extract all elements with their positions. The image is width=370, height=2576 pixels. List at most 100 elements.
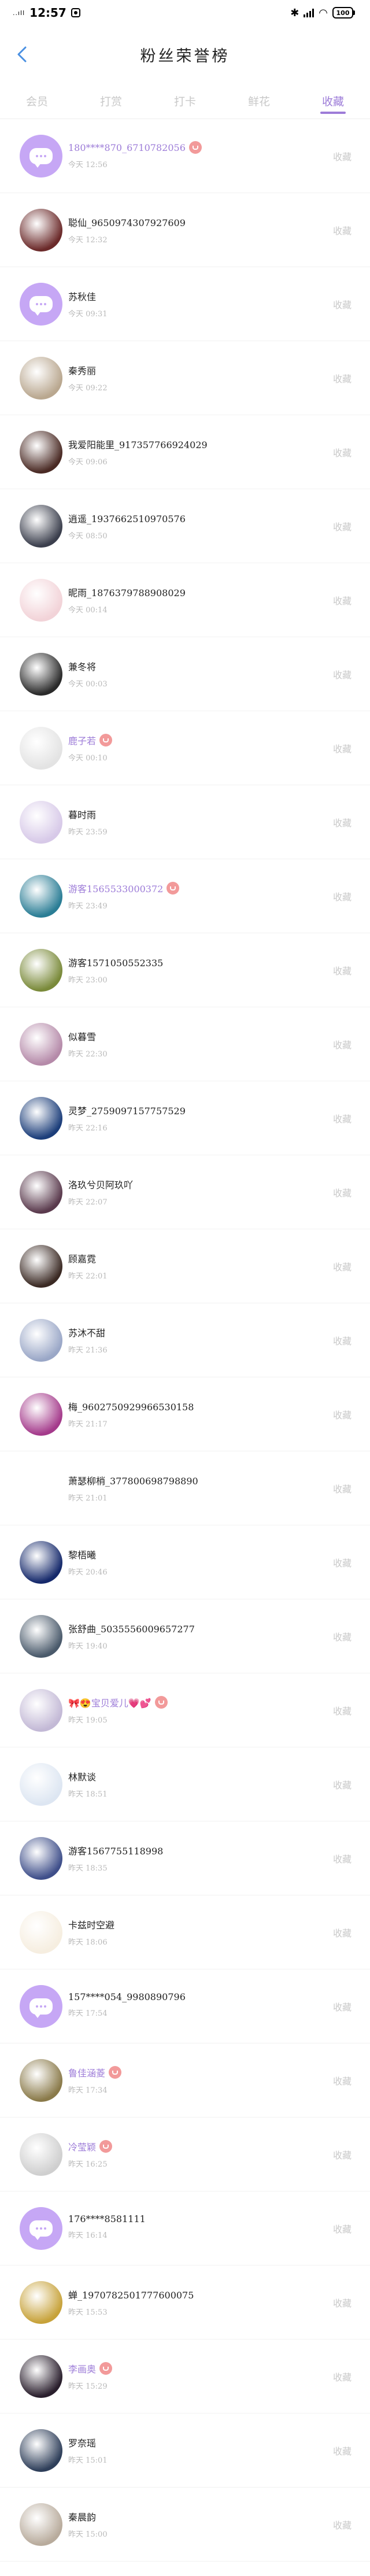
- favorite-label[interactable]: 收藏: [333, 1333, 352, 1347]
- list-item[interactable]: 林默谈 昨天 18:51 收藏: [0, 1747, 370, 1821]
- favorite-label[interactable]: 收藏: [333, 815, 352, 829]
- favorite-label[interactable]: 收藏: [333, 1629, 352, 1643]
- avatar[interactable]: [20, 2503, 62, 2546]
- list-item[interactable]: 罗奈瑶 昨天 15:01 收藏: [0, 2414, 370, 2488]
- avatar[interactable]: [20, 1319, 62, 1362]
- list-item[interactable]: 苏秋佳 今天 09:31 收藏: [0, 267, 370, 341]
- avatar[interactable]: [20, 1985, 62, 2028]
- tab-checkin[interactable]: 打卡: [148, 83, 222, 119]
- favorite-label[interactable]: 收藏: [333, 1851, 352, 1865]
- favorite-label[interactable]: 收藏: [333, 2000, 352, 2013]
- avatar[interactable]: [20, 801, 62, 844]
- list-item[interactable]: 鲁佳涵菱 昨天 17:34 收藏: [0, 2043, 370, 2117]
- avatar[interactable]: [20, 1763, 62, 1806]
- tab-reward[interactable]: 打赏: [74, 83, 148, 119]
- favorite-label[interactable]: 收藏: [333, 2444, 352, 2457]
- avatar[interactable]: [20, 1097, 62, 1140]
- favorite-label[interactable]: 收藏: [333, 2222, 352, 2235]
- favorite-label[interactable]: 收藏: [333, 1111, 352, 1125]
- list-item[interactable]: 冷莹颖 昨天 16:25 收藏: [0, 2117, 370, 2191]
- avatar[interactable]: [20, 1911, 62, 1954]
- avatar[interactable]: [20, 653, 62, 696]
- favorite-label[interactable]: 收藏: [333, 667, 352, 681]
- avatar[interactable]: [20, 1171, 62, 1214]
- favorite-label[interactable]: 收藏: [333, 1703, 352, 1717]
- list-item[interactable]: 卡兹时空避 昨天 18:06 收藏: [0, 1895, 370, 1969]
- list-item[interactable]: 176****8581111 昨天 16:14 收藏: [0, 2191, 370, 2265]
- avatar[interactable]: [20, 2429, 62, 2472]
- list-item[interactable]: 聪仙_9650974307927609 今天 12:32 收藏: [0, 193, 370, 267]
- list-item[interactable]: 暮时雨 昨天 23:59 收藏: [0, 785, 370, 859]
- avatar[interactable]: [20, 135, 62, 178]
- avatar[interactable]: [20, 1541, 62, 1584]
- list-item[interactable]: 逍遥_1937662510970576 今天 08:50 收藏: [0, 489, 370, 563]
- favorite-label[interactable]: 收藏: [333, 2296, 352, 2309]
- avatar[interactable]: [20, 505, 62, 548]
- list-item[interactable]: 梅_9602750929966530158 昨天 21:17 收藏: [0, 1377, 370, 1451]
- back-button[interactable]: [10, 43, 34, 66]
- favorite-label[interactable]: 收藏: [333, 1777, 352, 1791]
- favorite-label[interactable]: 收藏: [333, 2074, 352, 2087]
- list-item[interactable]: 昵雨_1876379788908029 今天 00:14 收藏: [0, 563, 370, 637]
- avatar[interactable]: [20, 357, 62, 400]
- favorite-label[interactable]: 收藏: [333, 1185, 352, 1199]
- favorite-label[interactable]: 收藏: [333, 223, 352, 237]
- list-item[interactable]: 秦晨韵 昨天 15:00 收藏: [0, 2488, 370, 2562]
- tab-member[interactable]: 会员: [0, 83, 74, 119]
- avatar[interactable]: [20, 209, 62, 252]
- list-item[interactable]: 🎀😍宝贝爱儿💗💕 昨天 19:05 收藏: [0, 1673, 370, 1747]
- tab-favorite[interactable]: 收藏: [296, 83, 370, 119]
- tab-flower[interactable]: 鲜花: [222, 83, 296, 119]
- favorite-label[interactable]: 收藏: [333, 1555, 352, 1569]
- favorite-label[interactable]: 收藏: [333, 519, 352, 533]
- favorite-label[interactable]: 收藏: [333, 963, 352, 977]
- avatar[interactable]: [20, 2133, 62, 2176]
- avatar[interactable]: [20, 875, 62, 918]
- list-item[interactable]: 游客1565533000372 昨天 23:49 收藏: [0, 859, 370, 933]
- favorite-label[interactable]: 收藏: [333, 1481, 352, 1495]
- avatar[interactable]: [20, 727, 62, 770]
- list-item[interactable]: 秦秀丽 今天 09:22 收藏: [0, 341, 370, 415]
- avatar[interactable]: [20, 283, 62, 326]
- avatar[interactable]: [20, 1467, 62, 1510]
- list-item[interactable]: 蝉_1970782501777600075 昨天 15:53 收藏: [0, 2265, 370, 2340]
- avatar[interactable]: [20, 1393, 62, 1436]
- list-item[interactable]: 鹿子若 今天 00:10 收藏: [0, 711, 370, 785]
- favorite-label[interactable]: 收藏: [333, 445, 352, 459]
- list-item[interactable]: 洛玖兮贝阿玖吖 昨天 22:07 收藏: [0, 1155, 370, 1229]
- avatar[interactable]: [20, 579, 62, 622]
- favorite-label[interactable]: 收藏: [333, 149, 352, 163]
- avatar[interactable]: [20, 431, 62, 474]
- favorite-label[interactable]: 收藏: [333, 1925, 352, 1939]
- list-item[interactable]: 似暮雪 昨天 22:30 收藏: [0, 1007, 370, 1081]
- list-item[interactable]: 180****870_6710782056 今天 12:56 收藏: [0, 119, 370, 193]
- list-item[interactable]: 游客1567755118998 昨天 18:35 收藏: [0, 1821, 370, 1895]
- favorite-label[interactable]: 收藏: [333, 1407, 352, 1421]
- avatar[interactable]: [20, 949, 62, 992]
- list-item[interactable]: 游客1571050552335 昨天 23:00 收藏: [0, 933, 370, 1007]
- list-item[interactable]: 顾嘉霓 昨天 22:01 收藏: [0, 1229, 370, 1303]
- list-item[interactable]: 萧瑟柳梢_377800698798890 昨天 21:01 收藏: [0, 1451, 370, 1525]
- list-item[interactable]: 张舒曲_5035556009657277 昨天 19:40 收藏: [0, 1599, 370, 1673]
- list-item[interactable]: 苏沐不甜 昨天 21:36 收藏: [0, 1303, 370, 1377]
- avatar[interactable]: [20, 1023, 62, 1066]
- avatar[interactable]: [20, 2059, 62, 2102]
- list-item[interactable]: 灵梦_2759097157757529 昨天 22:16 收藏: [0, 1081, 370, 1155]
- avatar[interactable]: [20, 1245, 62, 1288]
- favorite-label[interactable]: 收藏: [333, 2148, 352, 2161]
- favorite-label[interactable]: 收藏: [333, 297, 352, 311]
- avatar[interactable]: [20, 1689, 62, 1732]
- favorite-label[interactable]: 收藏: [333, 1259, 352, 1273]
- avatar[interactable]: [20, 1615, 62, 1658]
- favorite-label[interactable]: 收藏: [333, 741, 352, 755]
- favorite-label[interactable]: 收藏: [333, 2370, 352, 2383]
- list-item[interactable]: 157****054_9980890796 昨天 17:54 收藏: [0, 1969, 370, 2043]
- favorite-label[interactable]: 收藏: [333, 371, 352, 385]
- list-item[interactable]: 我爱阳能里_917357766924029 今天 09:06 收藏: [0, 415, 370, 489]
- avatar[interactable]: [20, 2207, 62, 2250]
- favorite-label[interactable]: 收藏: [333, 2518, 352, 2531]
- favorite-label[interactable]: 收藏: [333, 593, 352, 607]
- avatar[interactable]: [20, 2281, 62, 2324]
- avatar[interactable]: [20, 1837, 62, 1880]
- favorite-label[interactable]: 收藏: [333, 1037, 352, 1051]
